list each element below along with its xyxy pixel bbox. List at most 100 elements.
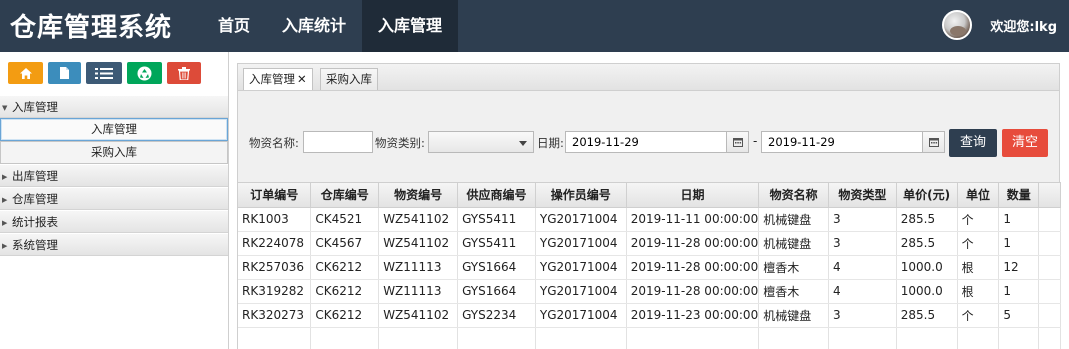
table-cell: RK257036 [238,255,312,280]
menu-group-outbound[interactable]: ▶ 出库管理 [0,164,228,187]
column-header-extra [1038,183,1061,208]
menu-group-warehouse[interactable]: ▶ 仓库管理 [0,187,228,210]
column-header[interactable]: 仓库编号 [310,183,380,208]
material-type-select[interactable] [428,131,534,153]
tab-inbound-management[interactable]: 入库管理 ✕ [243,68,313,92]
table-cell: 机械键盘 [758,207,829,232]
menu-group-inbound[interactable]: ▼ 入库管理 [0,95,228,118]
table-row-empty [238,327,1061,349]
column-header[interactable]: 操作员编号 [535,183,627,208]
caret-right-icon: ▶ [2,173,8,181]
nav-inbound-management[interactable]: 入库管理 [362,0,459,52]
query-button[interactable]: 查询 [949,129,997,157]
table-cell: 1 [998,207,1040,232]
column-header[interactable]: 日期 [626,183,760,208]
material-type-label: 物资类别: [375,136,425,150]
table-cell: WZ541102 [378,207,459,232]
date-from-input[interactable] [565,131,727,153]
table-cell: 2019-11-23 00:00:00 [626,303,760,328]
table-cell: WZ541102 [378,303,459,328]
table-cell: RK1003 [238,207,312,232]
table-cell: 机械键盘 [758,303,829,328]
column-header[interactable]: 物资名称 [758,183,829,208]
table-cell: 根 [957,279,1000,304]
column-header[interactable]: 单价(元) [896,183,958,208]
menu-item-purchase-inbound[interactable]: 采购入库 [0,141,228,164]
material-name-label: 物资名称: [249,136,299,150]
close-icon[interactable]: ✕ [297,72,307,86]
table-cell: CK6212 [310,279,380,304]
table-cell-extra [1038,279,1061,304]
avatar[interactable] [942,10,973,40]
table-cell: 3 [828,303,897,328]
file-button[interactable] [48,62,81,84]
tab-content: 物资名称: 物资类别: 日期: - 查询 清空 [237,90,1061,349]
list-icon [95,67,113,79]
table-header-row: 订单编号 仓库编号 物资编号 供应商编号 操作员编号 日期 物资名称 物资类型 … [238,183,1061,208]
table-cell: CK4521 [310,207,380,232]
table-cell-extra [1038,255,1061,280]
column-header[interactable]: 数量 [998,183,1040,208]
date-separator: - [753,134,758,148]
table-cell: WZ541102 [378,231,459,256]
records-table: 订单编号 仓库编号 物资编号 供应商编号 操作员编号 日期 物资名称 物资类型 … [238,183,1061,349]
nav-home[interactable]: 首页 [202,0,266,52]
table-cell: 285.5 [896,231,958,256]
table-row[interactable]: RK320273 CK6212 WZ541102 GYS2234 YG20171… [238,303,1061,328]
table-cell: 2019-11-11 00:00:00 [626,207,760,232]
menu-group-system[interactable]: ▶ 系统管理 [0,233,228,256]
table-cell: 个 [957,303,1000,328]
menu-group-label: 出库管理 [12,169,58,183]
table-cell-extra [1038,207,1061,232]
delete-button[interactable] [167,62,201,84]
tab-label: 入库管理 [249,72,295,86]
table-cell: 1 [998,279,1040,304]
table-row[interactable]: RK257036 CK6212 WZ11113 GYS1664 YG201710… [238,255,1061,280]
welcome-text: 欢迎您:lkg [990,19,1057,35]
column-header[interactable]: 物资编号 [378,183,459,208]
table-cell: 5 [998,303,1040,328]
table-cell: GYS1664 [457,255,536,280]
calendar-button-from[interactable] [727,131,749,153]
column-header[interactable]: 单位 [957,183,1000,208]
table-cell: 机械键盘 [758,231,829,256]
calendar-button-to[interactable] [923,131,945,153]
table-cell: YG20171004 [535,303,627,328]
table-cell: RK320273 [238,303,312,328]
table-cell: GYS2234 [457,303,536,328]
table-cell: 檀香木 [758,255,829,280]
material-name-input[interactable] [303,131,373,153]
table-cell: 2019-11-28 00:00:00 [626,255,760,280]
table-row[interactable]: RK319282 CK6212 WZ11113 GYS1664 YG201710… [238,279,1061,304]
nav-inbound-stats[interactable]: 入库统计 [266,0,362,52]
date-to-input[interactable] [761,131,923,153]
caret-right-icon: ▶ [2,242,8,250]
column-header[interactable]: 物资类型 [828,183,897,208]
table-row[interactable]: RK1003 CK4521 WZ541102 GYS5411 YG2017100… [238,207,1061,232]
tab-bar: 入库管理 ✕ 采购入库 [237,63,1060,92]
table-cell: RK224078 [238,231,312,256]
tab-purchase-inbound[interactable]: 采购入库 [320,68,378,91]
menu-group-label: 系统管理 [12,238,58,252]
recycle-button[interactable] [127,62,162,84]
sidebar-menu: ▼ 入库管理 入库管理 采购入库 ▶ 出库管理 ▶ 仓库管理 ▶ 统计报表 ▶ 系统管理 [0,95,228,256]
table-row[interactable]: RK224078 CK4567 WZ541102 GYS5411 YG20171… [238,231,1061,256]
top-header: 仓库管理系统 首页 入库统计 入库管理 欢迎您:lkg [0,0,1069,52]
main-panel: 入库管理✕ 采购入库 物资名称: 物资类别: 日期: - 查询 [229,52,1069,349]
table-cell: CK6212 [310,303,380,328]
table-cell: 檀香木 [758,279,829,304]
table-cell: GYS5411 [457,207,536,232]
column-header[interactable]: 供应商编号 [457,183,536,208]
table-cell: GYS1664 [457,279,536,304]
clear-button[interactable]: 清空 [1002,129,1048,157]
table-cell: CK4567 [310,231,380,256]
menu-group-reports[interactable]: ▶ 统计报表 [0,210,228,233]
list-button[interactable] [86,62,122,84]
column-header[interactable]: 订单编号 [238,183,312,208]
calendar-icon [928,137,939,147]
table-cell: 1000.0 [896,279,958,304]
table-cell: 3 [828,207,897,232]
menu-item-inbound-management[interactable]: 入库管理 [0,118,228,141]
home-button[interactable] [8,62,43,84]
calendar-icon [732,137,743,147]
